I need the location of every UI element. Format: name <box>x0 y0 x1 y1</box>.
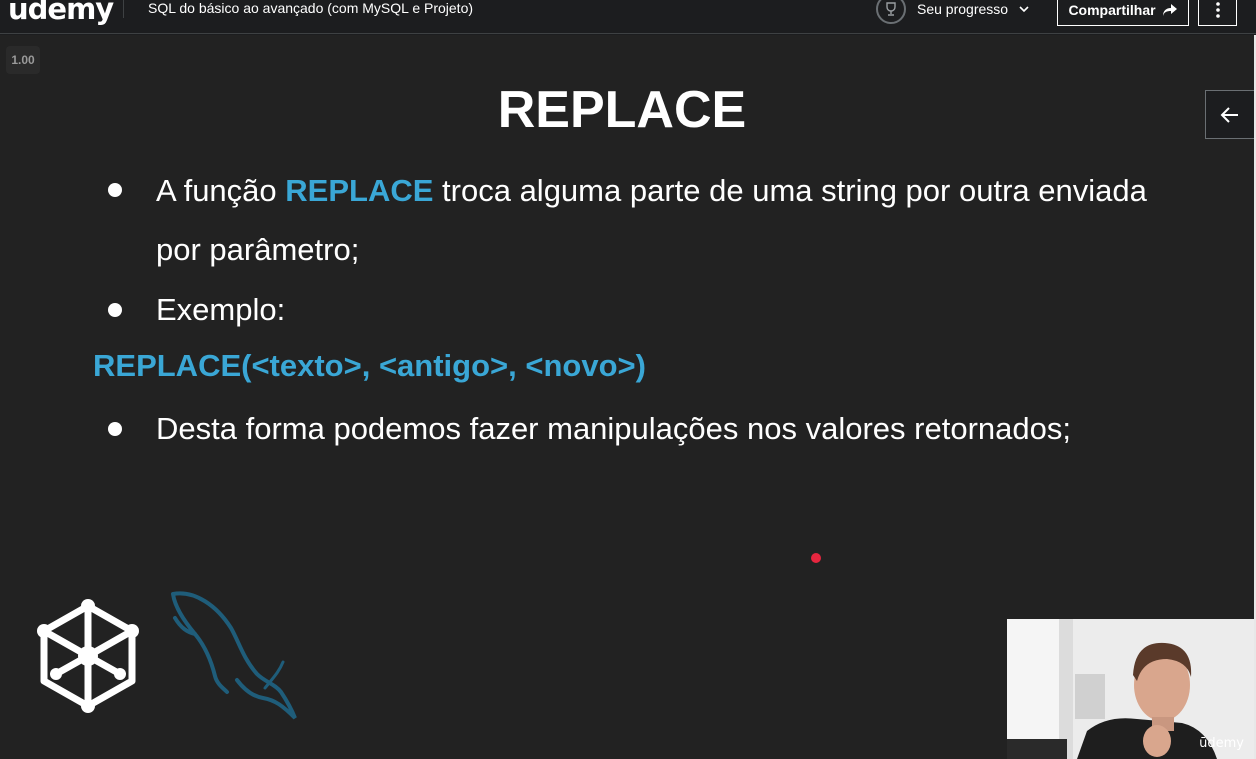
playback-speed[interactable]: 1.00 <box>6 46 40 74</box>
progress-label: Seu progresso <box>917 1 1009 17</box>
udemy-logo[interactable]: udemy <box>8 0 114 26</box>
bullet-3: Desta forma podemos fazer manipulações n… <box>156 411 1071 446</box>
bullet-dot <box>106 181 124 199</box>
bullet-1-prefix: A função <box>156 173 286 208</box>
progress-button[interactable]: Seu progresso <box>876 0 1032 24</box>
cube-network-logo <box>37 599 139 713</box>
bullet-dot <box>106 420 124 438</box>
header-bar: udemy SQL do básico ao avançado (com MyS… <box>0 0 1256 34</box>
share-button-label: Compartilhar <box>1068 2 1156 18</box>
kebab-icon <box>1215 2 1220 18</box>
bullet-dot <box>106 301 124 319</box>
bullet-1-highlight: REPLACE <box>285 173 434 208</box>
bullet-1-line-2: por parâmetro; <box>156 232 360 267</box>
bullet-2: Exemplo: <box>156 292 286 327</box>
bullet-1: A função REPLACE troca alguma parte de u… <box>156 173 1147 209</box>
trophy-icon <box>876 0 906 24</box>
chevron-down-icon <box>1019 6 1029 13</box>
more-options-button[interactable] <box>1198 0 1237 26</box>
slide-title: REPLACE <box>497 81 747 139</box>
instructor-webcam: ūdemy <box>1007 619 1254 759</box>
mysql-dolphin-logo <box>171 591 297 720</box>
laser-pointer <box>811 553 821 563</box>
share-arrow-icon <box>1162 4 1177 16</box>
code-example: REPLACE(<texto>, <antigo>, <novo>) <box>93 348 646 383</box>
bullet-1-suffix: troca alguma parte de uma string por out… <box>433 173 1147 208</box>
course-title[interactable]: SQL do básico ao avançado (com MySQL e P… <box>148 0 473 16</box>
share-button[interactable]: Compartilhar <box>1057 0 1189 26</box>
udemy-watermark: ūdemy <box>1199 736 1244 751</box>
header-divider <box>123 0 124 18</box>
